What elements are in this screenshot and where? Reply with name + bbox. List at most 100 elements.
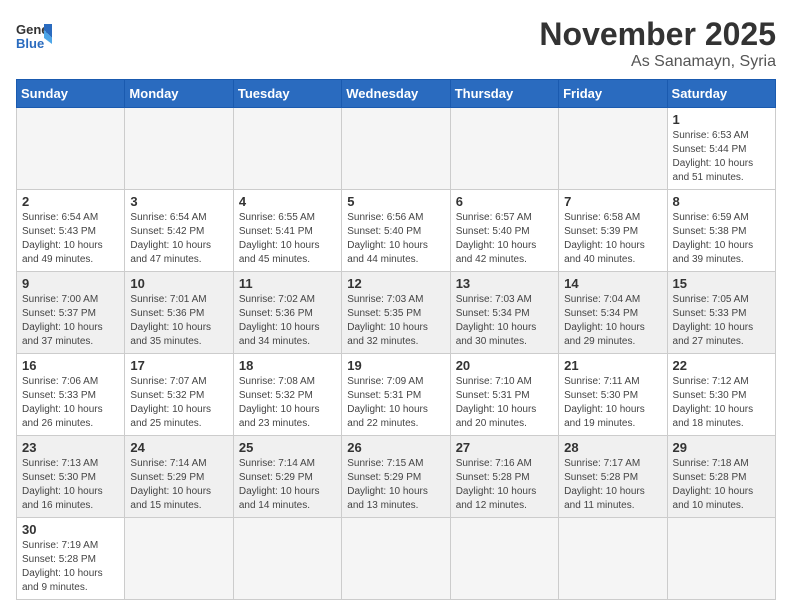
table-row: 6 Sunrise: 6:57 AMSunset: 5:40 PMDaylight…: [450, 190, 558, 272]
table-row: 25Sunrise: 7:14 AMSunset: 5:29 PMDayligh…: [233, 436, 341, 518]
day-info: Sunrise: 7:02 AMSunset: 5:36 PMDaylight:…: [239, 293, 336, 349]
empty-cell: [17, 108, 125, 190]
day-info: Sunrise: 7:01 AMSunset: 5:36 PMDaylight:…: [130, 293, 227, 349]
table-row: 26Sunrise: 7:15 AMSunset: 5:29 PMDayligh…: [342, 436, 450, 518]
day-info: Sunrise: 7:16 AMSunset: 5:28 PMDaylight:…: [456, 457, 553, 513]
day-info: Sunrise: 7:19 AMSunset: 5:28 PMDaylight:…: [22, 539, 119, 595]
table-row: 21 Sunrise: 7:11 AMSunset: 5:30 PMDayligh…: [559, 354, 667, 436]
table-row: 20 Sunrise: 7:10 AMSunset: 5:31 PMDayligh…: [450, 354, 558, 436]
header-wednesday: Wednesday: [342, 80, 450, 108]
empty-cell: [450, 518, 558, 600]
calendar-row: 9Sunrise: 7:00 AMSunset: 5:37 PMDaylight…: [17, 272, 776, 354]
table-row: 29 Sunrise: 7:18 AMSunset: 5:28 PMDayligh…: [667, 436, 775, 518]
table-row: 12Sunrise: 7:03 AMSunset: 5:35 PMDayligh…: [342, 272, 450, 354]
header-monday: Monday: [125, 80, 233, 108]
day-number: 29: [673, 440, 770, 455]
day-number: 2: [22, 194, 119, 209]
table-row: 11 Sunrise: 7:02 AMSunset: 5:36 PMDayligh…: [233, 272, 341, 354]
header-friday: Friday: [559, 80, 667, 108]
empty-cell: [342, 108, 450, 190]
day-info: Sunrise: 7:14 AMSunset: 5:29 PMDaylight:…: [130, 457, 227, 513]
day-info: Sunrise: 6:54 AMSunset: 5:42 PMDaylight:…: [130, 211, 227, 267]
day-info: Sunrise: 6:58 AMSunset: 5:39 PMDaylight:…: [564, 211, 661, 267]
table-row: 8 Sunrise: 6:59 AMSunset: 5:38 PMDaylight…: [667, 190, 775, 272]
table-row: 4Sunrise: 6:55 AMSunset: 5:41 PMDaylight…: [233, 190, 341, 272]
header-sunday: Sunday: [17, 80, 125, 108]
day-info: Sunrise: 7:12 AMSunset: 5:30 PMDaylight:…: [673, 375, 770, 431]
day-number: 4: [239, 194, 336, 209]
day-number: 28: [564, 440, 661, 455]
day-number: 20: [456, 358, 553, 373]
location-title: As Sanamayn, Syria: [539, 53, 776, 71]
day-number: 7: [564, 194, 661, 209]
day-info: Sunrise: 6:54 AMSunset: 5:43 PMDaylight:…: [22, 211, 119, 267]
title-block: November 2025 As Sanamayn, Syria: [539, 16, 776, 71]
day-number: 26: [347, 440, 444, 455]
table-row: 16 Sunrise: 7:06 AMSunset: 5:33 PMDayligh…: [17, 354, 125, 436]
day-number: 16: [22, 358, 119, 373]
day-number: 1: [673, 112, 770, 127]
weekday-header-row: Sunday Monday Tuesday Wednesday Thursday…: [17, 80, 776, 108]
table-row: 1 Sunrise: 6:53 AMSunset: 5:44 PMDaylight…: [667, 108, 775, 190]
table-row: 22Sunrise: 7:12 AMSunset: 5:30 PMDayligh…: [667, 354, 775, 436]
day-info: Sunrise: 7:03 AMSunset: 5:35 PMDaylight:…: [347, 293, 444, 349]
table-row: 2 Sunrise: 6:54 AMSunset: 5:43 PMDaylight…: [17, 190, 125, 272]
day-info: Sunrise: 6:56 AMSunset: 5:40 PMDaylight:…: [347, 211, 444, 267]
day-info: Sunrise: 6:57 AMSunset: 5:40 PMDaylight:…: [456, 211, 553, 267]
empty-cell: [667, 518, 775, 600]
day-number: 10: [130, 276, 227, 291]
calendar-row: 16 Sunrise: 7:06 AMSunset: 5:33 PMDayligh…: [17, 354, 776, 436]
day-info: Sunrise: 7:11 AMSunset: 5:30 PMDaylight:…: [564, 375, 661, 431]
day-info: Sunrise: 7:09 AMSunset: 5:31 PMDaylight:…: [347, 375, 444, 431]
day-number: 21: [564, 358, 661, 373]
day-number: 5: [347, 194, 444, 209]
empty-cell: [342, 518, 450, 600]
day-info: Sunrise: 6:59 AMSunset: 5:38 PMDaylight:…: [673, 211, 770, 267]
day-number: 6: [456, 194, 553, 209]
day-number: 9: [22, 276, 119, 291]
day-info: Sunrise: 7:08 AMSunset: 5:32 PMDaylight:…: [239, 375, 336, 431]
empty-cell: [233, 518, 341, 600]
day-number: 24: [130, 440, 227, 455]
day-number: 14: [564, 276, 661, 291]
table-row: 27Sunrise: 7:16 AMSunset: 5:28 PMDayligh…: [450, 436, 558, 518]
day-info: Sunrise: 7:18 AMSunset: 5:28 PMDaylight:…: [673, 457, 770, 513]
table-row: 19 Sunrise: 7:09 AMSunset: 5:31 PMDayligh…: [342, 354, 450, 436]
header-saturday: Saturday: [667, 80, 775, 108]
day-number: 15: [673, 276, 770, 291]
day-number: 13: [456, 276, 553, 291]
table-row: 17 Sunrise: 7:07 AMSunset: 5:32 PMDayligh…: [125, 354, 233, 436]
table-row: 28Sunrise: 7:17 AMSunset: 5:28 PMDayligh…: [559, 436, 667, 518]
header-thursday: Thursday: [450, 80, 558, 108]
empty-cell: [559, 518, 667, 600]
header-tuesday: Tuesday: [233, 80, 341, 108]
day-info: Sunrise: 7:06 AMSunset: 5:33 PMDaylight:…: [22, 375, 119, 431]
day-info: Sunrise: 7:05 AMSunset: 5:33 PMDaylight:…: [673, 293, 770, 349]
logo-icon: General Blue: [16, 16, 52, 52]
day-number: 18: [239, 358, 336, 373]
day-number: 8: [673, 194, 770, 209]
svg-text:Blue: Blue: [16, 36, 44, 51]
day-info: Sunrise: 7:03 AMSunset: 5:34 PMDaylight:…: [456, 293, 553, 349]
calendar-row: 1 Sunrise: 6:53 AMSunset: 5:44 PMDaylight…: [17, 108, 776, 190]
day-number: 11: [239, 276, 336, 291]
empty-cell: [233, 108, 341, 190]
day-info: Sunrise: 6:53 AMSunset: 5:44 PMDaylight:…: [673, 129, 770, 185]
day-number: 30: [22, 522, 119, 537]
empty-cell: [125, 108, 233, 190]
table-row: 15 Sunrise: 7:05 AMSunset: 5:33 PMDayligh…: [667, 272, 775, 354]
month-title: November 2025: [539, 16, 776, 53]
day-number: 19: [347, 358, 444, 373]
day-number: 3: [130, 194, 227, 209]
day-info: Sunrise: 7:07 AMSunset: 5:32 PMDaylight:…: [130, 375, 227, 431]
calendar-table: Sunday Monday Tuesday Wednesday Thursday…: [16, 79, 776, 600]
table-row: 10 Sunrise: 7:01 AMSunset: 5:36 PMDayligh…: [125, 272, 233, 354]
calendar-row: 2 Sunrise: 6:54 AMSunset: 5:43 PMDaylight…: [17, 190, 776, 272]
day-number: 17: [130, 358, 227, 373]
day-info: Sunrise: 7:10 AMSunset: 5:31 PMDaylight:…: [456, 375, 553, 431]
table-row: 23Sunrise: 7:13 AMSunset: 5:30 PMDayligh…: [17, 436, 125, 518]
table-row: 13 Sunrise: 7:03 AMSunset: 5:34 PMDayligh…: [450, 272, 558, 354]
table-row: 30 Sunrise: 7:19 AMSunset: 5:28 PMDayligh…: [17, 518, 125, 600]
logo: General Blue: [16, 16, 52, 52]
empty-cell: [559, 108, 667, 190]
